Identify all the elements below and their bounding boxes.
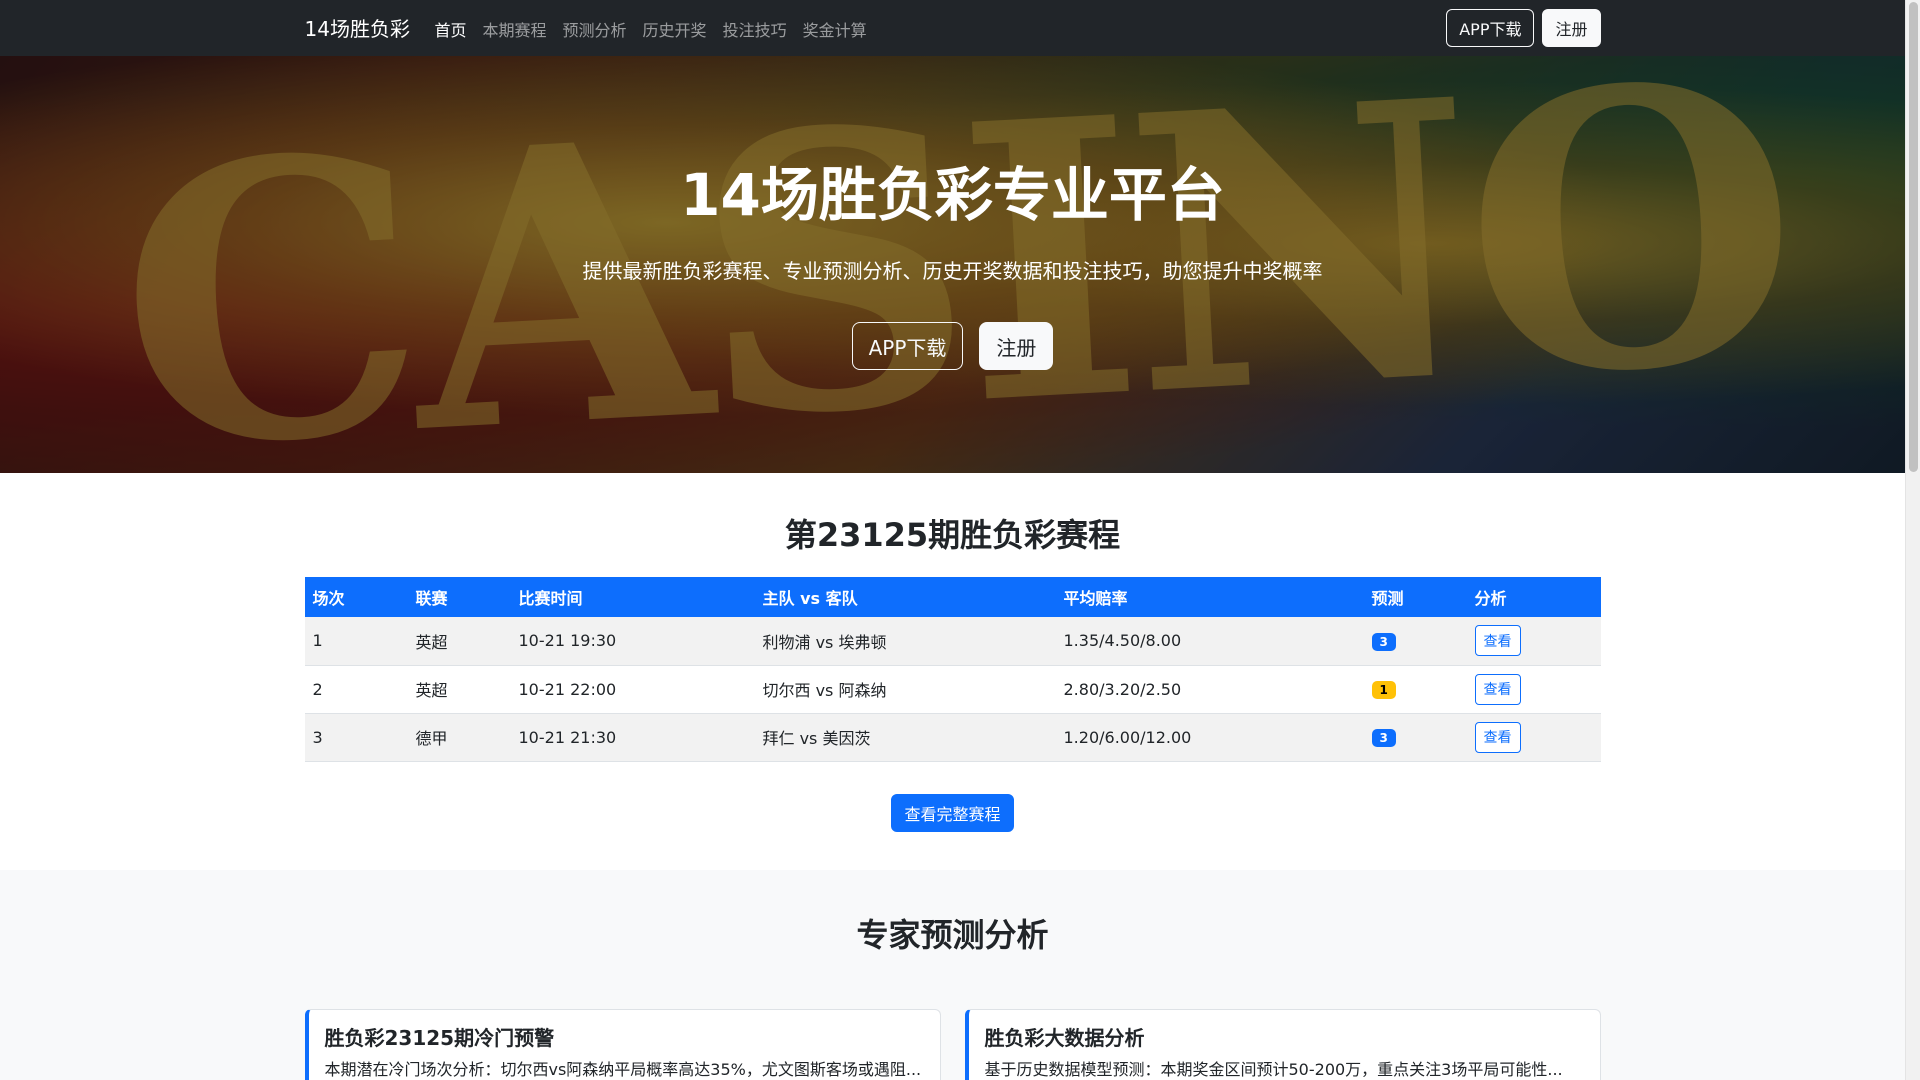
cell-time: 10-21 22:00 — [518, 679, 617, 699]
schedule-section: 第23125期胜负彩赛程 场次 联赛 比赛时间 主队 vs 客队 平均赔率 预测… — [0, 473, 1905, 870]
view-analysis-button[interactable]: 查看 — [1474, 673, 1521, 705]
hero-content: 14场胜负彩专业平台 提供最新胜负彩赛程、专业预测分析、历史开奖数据和投注技巧，… — [0, 56, 1905, 370]
cell-match: 拜仁 vs 美因茨 — [762, 729, 871, 748]
nav-app-download-button[interactable]: APP下载 — [1446, 9, 1535, 47]
column-header-match: 主队 vs 客队 — [762, 589, 858, 608]
view-analysis-button[interactable]: 查看 — [1474, 625, 1521, 657]
cell-prediction: 1 — [1364, 665, 1467, 713]
cell-number: 3 — [312, 727, 323, 747]
cell-prediction: 3 — [1364, 713, 1467, 761]
column-header-league: 联赛 — [415, 589, 448, 608]
cell-analysis: 查看 — [1467, 617, 1601, 665]
view-analysis-button[interactable]: 查看 — [1474, 721, 1521, 753]
hero-register-button[interactable]: 注册 — [979, 322, 1054, 370]
card-title[interactable]: 胜负彩23125期冷门预警 — [325, 1024, 924, 1052]
scrollbar-thumb[interactable] — [1909, 2, 1918, 472]
brand-logo[interactable]: 14场胜负彩 — [305, 13, 410, 42]
nav-link-home[interactable]: 首页 — [435, 17, 467, 41]
expert-card[interactable]: 胜负彩大数据分析 基于历史数据模型预测：本期奖金区间预计50-200万，重点关注… — [964, 1009, 1601, 1080]
table-row: 3 德甲 10-21 21:30 拜仁 vs 美因茨 1.20/6.00/12.… — [304, 713, 1601, 761]
page: 14场胜负彩 首页 本期赛程 预测分析 历史开奖 投注技巧 奖金计算 APP下载… — [0, 0, 1905, 1080]
cell-match: 利物浦 vs 埃弗顿 — [762, 632, 887, 652]
nav-link-predictions[interactable]: 预测分析 — [563, 17, 627, 41]
nav-actions: APP下载 注册 — [1446, 9, 1601, 47]
hero-buttons: APP下载 注册 — [0, 322, 1905, 370]
cell-analysis: 查看 — [1467, 665, 1601, 713]
view-full-schedule-button[interactable]: 查看完整赛程 — [891, 793, 1014, 832]
column-header-number: 场次 — [312, 589, 345, 608]
schedule-table: 场次 联赛 比赛时间 主队 vs 客队 平均赔率 预测 分析 1 英超 10-2… — [304, 577, 1601, 762]
table-row: 1 英超 10-21 19:30 利物浦 vs 埃弗顿 1.35/4.50/8.… — [304, 617, 1601, 665]
column-header-analysis: 分析 — [1474, 589, 1507, 608]
hero-title: 14场胜负彩专业平台 — [680, 161, 1225, 229]
hero-banner: CASINO 14场胜负彩专业平台 提供最新胜负彩赛程、专业预测分析、历史开奖数… — [0, 56, 1905, 473]
cell-number: 2 — [312, 679, 323, 699]
cell-odds: 2.80/3.20/2.50 — [1063, 679, 1182, 699]
cell-time: 10-21 21:30 — [518, 727, 617, 747]
cell-analysis: 查看 — [1467, 713, 1601, 761]
expert-card[interactable]: 胜负彩23125期冷门预警 本期潜在冷门场次分析：切尔西vs阿森纳平局概率高达3… — [304, 1009, 941, 1080]
schedule-table-wrapper: 场次 联赛 比赛时间 主队 vs 客队 平均赔率 预测 分析 1 英超 10-2… — [304, 577, 1601, 762]
nav-link-current-schedule[interactable]: 本期赛程 — [483, 17, 547, 41]
prediction-badge: 3 — [1371, 632, 1396, 651]
expert-cards: 胜负彩23125期冷门预警 本期潜在冷门场次分析：切尔西vs阿森纳平局概率高达3… — [304, 1009, 1601, 1080]
column-header-prediction: 预测 — [1371, 589, 1404, 608]
nav-link-history[interactable]: 历史开奖 — [643, 17, 707, 41]
full-schedule-wrapper: 查看完整赛程 — [0, 793, 1905, 832]
navbar: 14场胜负彩 首页 本期赛程 预测分析 历史开奖 投注技巧 奖金计算 APP下载… — [0, 0, 1905, 56]
schedule-title: 第23125期胜负彩赛程 — [784, 516, 1121, 554]
expert-section: 专家预测分析 胜负彩23125期冷门预警 本期潜在冷门场次分析：切尔西vs阿森纳… — [0, 870, 1905, 1080]
prediction-badge: 1 — [1371, 681, 1396, 699]
cell-number: 1 — [312, 631, 323, 651]
nav-link-prize-calculator[interactable]: 奖金计算 — [803, 17, 867, 41]
cell-league: 英超 — [415, 681, 448, 700]
hero-subtitle: 提供最新胜负彩赛程、专业预测分析、历史开奖数据和投注技巧，助您提升中奖概率 — [582, 259, 1323, 283]
card-text: 本期潜在冷门场次分析：切尔西vs阿森纳平局概率高达35%，尤文图斯客场或遇阻..… — [324, 1060, 922, 1079]
card-text: 基于历史数据模型预测：本期奖金区间预计50-200万，重点关注3场平局可能性..… — [984, 1060, 1563, 1079]
cell-match: 切尔西 vs 阿森纳 — [762, 681, 887, 700]
card-title[interactable]: 胜负彩大数据分析 — [985, 1024, 1584, 1052]
vertical-scrollbar[interactable] — [1905, 0, 1920, 1080]
nav-links: 首页 本期赛程 预测分析 历史开奖 投注技巧 奖金计算 — [435, 17, 883, 41]
cell-prediction: 3 — [1364, 617, 1467, 665]
expert-title: 专家预测分析 — [856, 916, 1049, 954]
cell-odds: 1.20/6.00/12.00 — [1063, 727, 1192, 747]
column-header-odds: 平均赔率 — [1063, 589, 1128, 608]
nav-link-tips[interactable]: 投注技巧 — [723, 17, 787, 41]
cell-league: 德甲 — [415, 729, 448, 748]
cell-time: 10-21 19:30 — [518, 631, 617, 651]
cell-odds: 1.35/4.50/8.00 — [1063, 631, 1182, 651]
prediction-badge: 3 — [1371, 729, 1396, 747]
nav-register-button[interactable]: 注册 — [1542, 9, 1601, 47]
table-header-row: 场次 联赛 比赛时间 主队 vs 客队 平均赔率 预测 分析 — [304, 577, 1601, 617]
hero-app-download-button[interactable]: APP下载 — [851, 322, 964, 370]
table-row: 2 英超 10-21 22:00 切尔西 vs 阿森纳 2.80/3.20/2.… — [304, 665, 1601, 713]
cell-league: 英超 — [415, 632, 448, 652]
column-header-time: 比赛时间 — [518, 589, 583, 608]
